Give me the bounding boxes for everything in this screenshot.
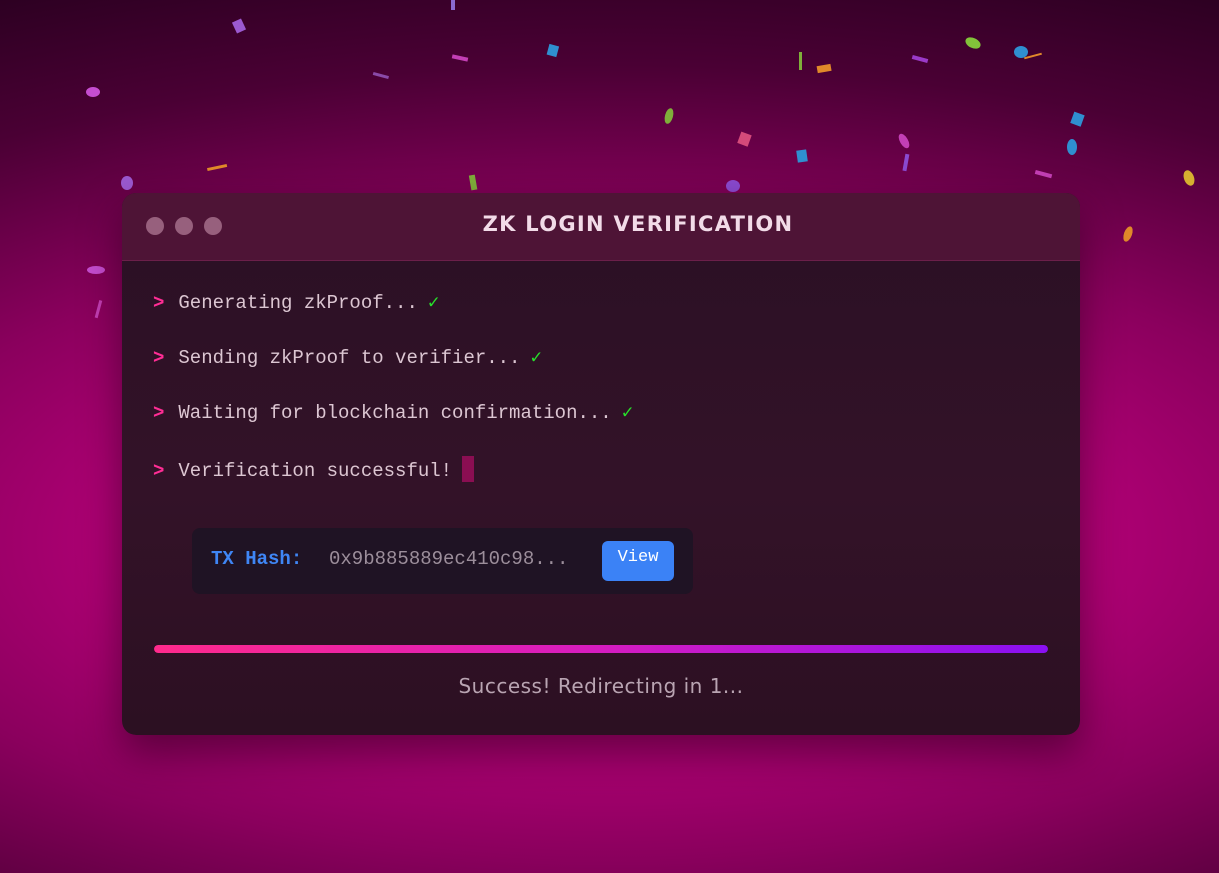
terminal-line-text: Sending zkProof to verifier... [178,347,521,369]
confetti-piece [1123,226,1133,242]
confetti-piece [816,63,832,74]
confetti-piece [451,0,455,10]
tx-hash-value: 0x9b885889ec410c98... [329,548,569,570]
terminal-line: > Verification successful! [153,456,475,482]
confetti-piece [468,174,478,191]
tx-hash-panel: TX Hash: 0x9b885889ec410c98... View [192,528,693,594]
prompt-symbol: > [153,402,165,424]
confetti-piece [911,54,929,64]
confetti-piece [796,149,808,163]
confetti-piece [1014,46,1028,58]
confetti-piece [902,153,910,172]
confetti-piece [1024,52,1042,60]
progress-bar-fill [154,645,1048,653]
prompt-symbol: > [153,292,165,314]
confetti-piece [726,180,740,192]
blinking-cursor [462,456,475,482]
prompt-symbol: > [153,460,165,482]
confetti-piece [1067,139,1077,155]
confetti-piece [87,266,105,274]
confetti-piece [799,52,802,70]
confetti-piece [121,176,133,190]
confetti-piece [1183,170,1195,186]
confetti-piece [1070,111,1085,127]
confetti-piece [94,300,103,319]
tx-hash-label: TX Hash: [211,548,303,570]
terminal-line-text: Verification successful! [178,460,453,482]
check-icon: ✓ [427,292,440,314]
title-bar: ZK LOGIN VERIFICATION [122,193,1080,261]
terminal-line: > Generating zkProof... ✓ [153,291,439,314]
confetti-piece [1034,169,1053,179]
confetti-piece [664,108,674,124]
progress-bar [154,645,1048,653]
check-icon: ✓ [530,347,542,369]
confetti-piece [372,71,389,80]
verification-window: ZK LOGIN VERIFICATION > Generating zkProo… [122,193,1080,735]
terminal-line: > Sending zkProof to verifier... ✓ [153,346,542,369]
view-transaction-button[interactable]: View [602,541,674,581]
confetti-piece [546,43,560,58]
check-icon: ✓ [621,402,634,424]
confetti-piece [737,131,752,147]
confetti-piece [451,54,469,62]
terminal-line: > Waiting for blockchain confirmation... ✓ [153,401,633,424]
confetti-piece [86,87,100,97]
confetti-piece [965,37,981,49]
terminal-line-text: Generating zkProof... [178,292,418,314]
confetti-piece [231,18,247,34]
prompt-symbol: > [153,347,165,369]
confetti-piece [898,133,910,149]
status-message: Success! Redirecting in 1... [458,674,744,698]
confetti-piece [207,163,228,172]
window-title: ZK LOGIN VERIFICATION [482,212,794,236]
terminal-line-text: Waiting for blockchain confirmation... [178,402,612,424]
